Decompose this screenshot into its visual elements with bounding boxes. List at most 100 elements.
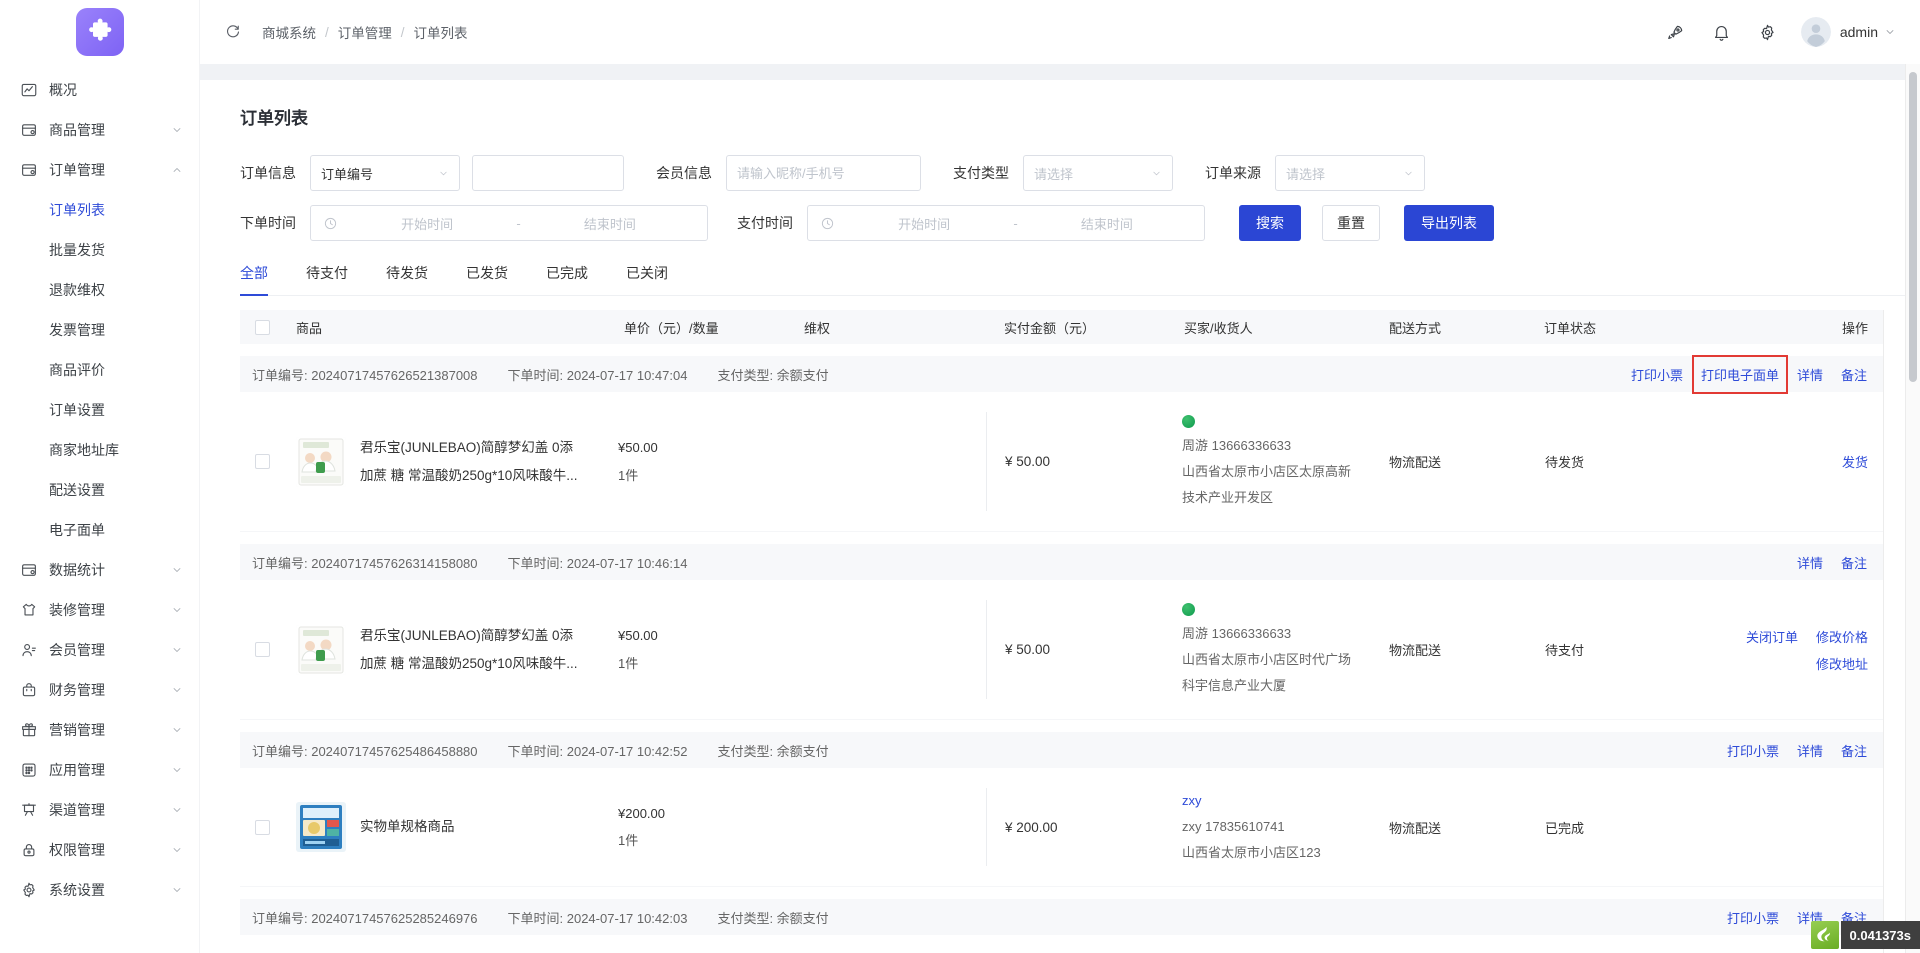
- tab-closed[interactable]: 已关闭: [626, 263, 668, 295]
- chevron-down-icon: [171, 684, 183, 696]
- app-logo[interactable]: [76, 8, 124, 56]
- order-info-select[interactable]: 订单编号: [310, 155, 460, 191]
- sidebar-item-marketing-manage[interactable]: 营销管理: [0, 710, 199, 750]
- sidebar-item-overview[interactable]: 概况: [0, 70, 199, 110]
- modify-address-link[interactable]: 修改地址: [1816, 654, 1868, 673]
- delivery-method: 物流配送: [1375, 452, 1530, 471]
- row-checkbox[interactable]: [255, 454, 270, 469]
- tab-pending-shipment[interactable]: 待发货: [386, 263, 428, 295]
- chevron-down-icon: [438, 168, 449, 179]
- row-checkbox[interactable]: [255, 642, 270, 657]
- order-meta-fields: 订单编号: 20240717457626521387008下单时间: 2024-…: [252, 365, 859, 384]
- debug-time: 0.041373s: [1841, 921, 1920, 949]
- print-e-waybill-link[interactable]: 打印电子面单: [1701, 365, 1779, 384]
- sidebar-subitem-e-waybill[interactable]: 电子面单: [0, 510, 199, 550]
- sidebar-subitem-order-settings[interactable]: 订单设置: [0, 390, 199, 430]
- order-source-label: 订单来源: [1205, 163, 1261, 183]
- tab-completed[interactable]: 已完成: [546, 263, 588, 295]
- rocket-icon[interactable]: [1666, 23, 1685, 42]
- sidebar-item-decorate-manage[interactable]: 装修管理: [0, 590, 199, 630]
- chevron-down-icon[interactable]: [1884, 26, 1896, 38]
- buyer-name-phone: 周游 13666336633: [1182, 621, 1375, 647]
- gear-icon[interactable]: [1758, 23, 1777, 42]
- thinkphp-flame-icon[interactable]: [1811, 921, 1839, 949]
- product-image: [296, 625, 346, 675]
- product-image: [296, 437, 346, 487]
- buyer-avatar-dot: [1182, 415, 1195, 428]
- sidebar-item-app-manage[interactable]: 应用管理: [0, 750, 199, 790]
- sidebar-item-goods-manage[interactable]: 商品管理: [0, 110, 199, 150]
- chevron-up-icon: [171, 164, 183, 176]
- avatar[interactable]: [1801, 17, 1831, 47]
- column-header: 实付金额（元）: [986, 318, 1170, 337]
- sidebar-subitem-delivery-settings[interactable]: 配送设置: [0, 470, 199, 510]
- username[interactable]: admin: [1840, 24, 1878, 40]
- order-meta-fields: 订单编号: 20240717457625486458880下单时间: 2024-…: [252, 741, 859, 760]
- breadcrumb-item[interactable]: 订单管理: [338, 22, 392, 42]
- order-status: 待支付: [1530, 640, 1700, 659]
- sidebar-subitem-order-list[interactable]: 订单列表: [0, 190, 199, 230]
- sidebar-item-label: 权限管理: [49, 840, 105, 860]
- stats-icon: [20, 561, 38, 579]
- sidebar-item-label: 应用管理: [49, 760, 105, 780]
- vertical-scrollbar[interactable]: [1905, 64, 1920, 953]
- pay-type-select[interactable]: 请选择: [1023, 155, 1173, 191]
- row-checkbox[interactable]: [255, 820, 270, 835]
- detail-link[interactable]: 详情: [1797, 741, 1823, 760]
- sidebar-item-order-manage[interactable]: 订单管理: [0, 150, 199, 190]
- sidebar-subitem-batch-shipping[interactable]: 批量发货: [0, 230, 199, 270]
- row-actions: 关闭订单修改价格修改地址: [1700, 627, 1884, 673]
- select-all-checkbox[interactable]: [255, 320, 270, 335]
- refresh-icon[interactable]: [224, 23, 242, 41]
- tab-all[interactable]: 全部: [240, 263, 268, 295]
- pay-time-range[interactable]: 开始时间 - 结束时间: [807, 205, 1205, 241]
- remark-link[interactable]: 备注: [1841, 553, 1867, 572]
- close-order-link[interactable]: 关闭订单: [1746, 627, 1798, 646]
- pay-time-label: 支付时间: [737, 213, 793, 233]
- order-meta-field: 下单时间: 2024-07-17 10:46:14: [508, 556, 688, 571]
- print-receipt-link[interactable]: 打印小票: [1727, 908, 1779, 927]
- breadcrumb-item[interactable]: 订单列表: [414, 22, 468, 42]
- order-source-select[interactable]: 请选择: [1275, 155, 1425, 191]
- sidebar-item-member-manage[interactable]: 会员管理: [0, 630, 199, 670]
- sidebar-item-label: 装修管理: [49, 600, 105, 620]
- sidebar-item-channel-manage[interactable]: 渠道管理: [0, 790, 199, 830]
- sidebar-subitem-invoice-manage[interactable]: 发票管理: [0, 310, 199, 350]
- finance-icon: [20, 681, 38, 699]
- order-time-range[interactable]: 开始时间 - 结束时间: [310, 205, 708, 241]
- tab-shipped[interactable]: 已发货: [466, 263, 508, 295]
- sidebar-item-permission-manage[interactable]: 权限管理: [0, 830, 199, 870]
- sidebar-item-finance-manage[interactable]: 财务管理: [0, 670, 199, 710]
- print-receipt-link[interactable]: 打印小票: [1727, 741, 1779, 760]
- chevron-down-icon: [171, 884, 183, 896]
- scrollbar-thumb[interactable]: [1909, 72, 1917, 382]
- order-block: 订单编号: 20240717457626314158080下单时间: 2024-…: [240, 544, 1883, 720]
- sidebar-subitem-merchant-address[interactable]: 商家地址库: [0, 430, 199, 470]
- buyer-address-line: 科宇信息产业大厦: [1182, 673, 1375, 699]
- bell-icon[interactable]: [1712, 23, 1731, 42]
- detail-link[interactable]: 详情: [1797, 365, 1823, 384]
- order-row: 实物单规格商品 ¥200.00 1件 ¥ 200.00 zxyzxy 17835…: [240, 768, 1883, 887]
- sidebar-subitem-goods-review[interactable]: 商品评价: [0, 350, 199, 390]
- buyer-avatar-dot: [1182, 603, 1195, 616]
- reset-button[interactable]: 重置: [1322, 205, 1380, 241]
- tab-pending-payment[interactable]: 待支付: [306, 263, 348, 295]
- sidebar-item-data-stats[interactable]: 数据统计: [0, 550, 199, 590]
- order-info-label: 订单信息: [240, 163, 296, 183]
- member-search-input[interactable]: [726, 155, 921, 191]
- ship-link[interactable]: 发货: [1842, 452, 1868, 471]
- remark-link[interactable]: 备注: [1841, 741, 1867, 760]
- modify-price-link[interactable]: 修改价格: [1816, 627, 1868, 646]
- breadcrumb-item[interactable]: 商城系统: [262, 22, 316, 42]
- export-button[interactable]: 导出列表: [1404, 205, 1494, 241]
- order-keyword-input[interactable]: [472, 155, 624, 191]
- delivery-method: 物流配送: [1375, 818, 1530, 837]
- product-image: [296, 802, 346, 852]
- buyer-nickname[interactable]: zxy: [1182, 788, 1375, 814]
- sidebar-item-system-settings[interactable]: 系统设置: [0, 870, 199, 910]
- sidebar-subitem-refund-rights[interactable]: 退款维权: [0, 270, 199, 310]
- detail-link[interactable]: 详情: [1797, 553, 1823, 572]
- search-button[interactable]: 搜索: [1239, 205, 1301, 241]
- remark-link[interactable]: 备注: [1841, 365, 1867, 384]
- print-receipt-link[interactable]: 打印小票: [1631, 365, 1683, 384]
